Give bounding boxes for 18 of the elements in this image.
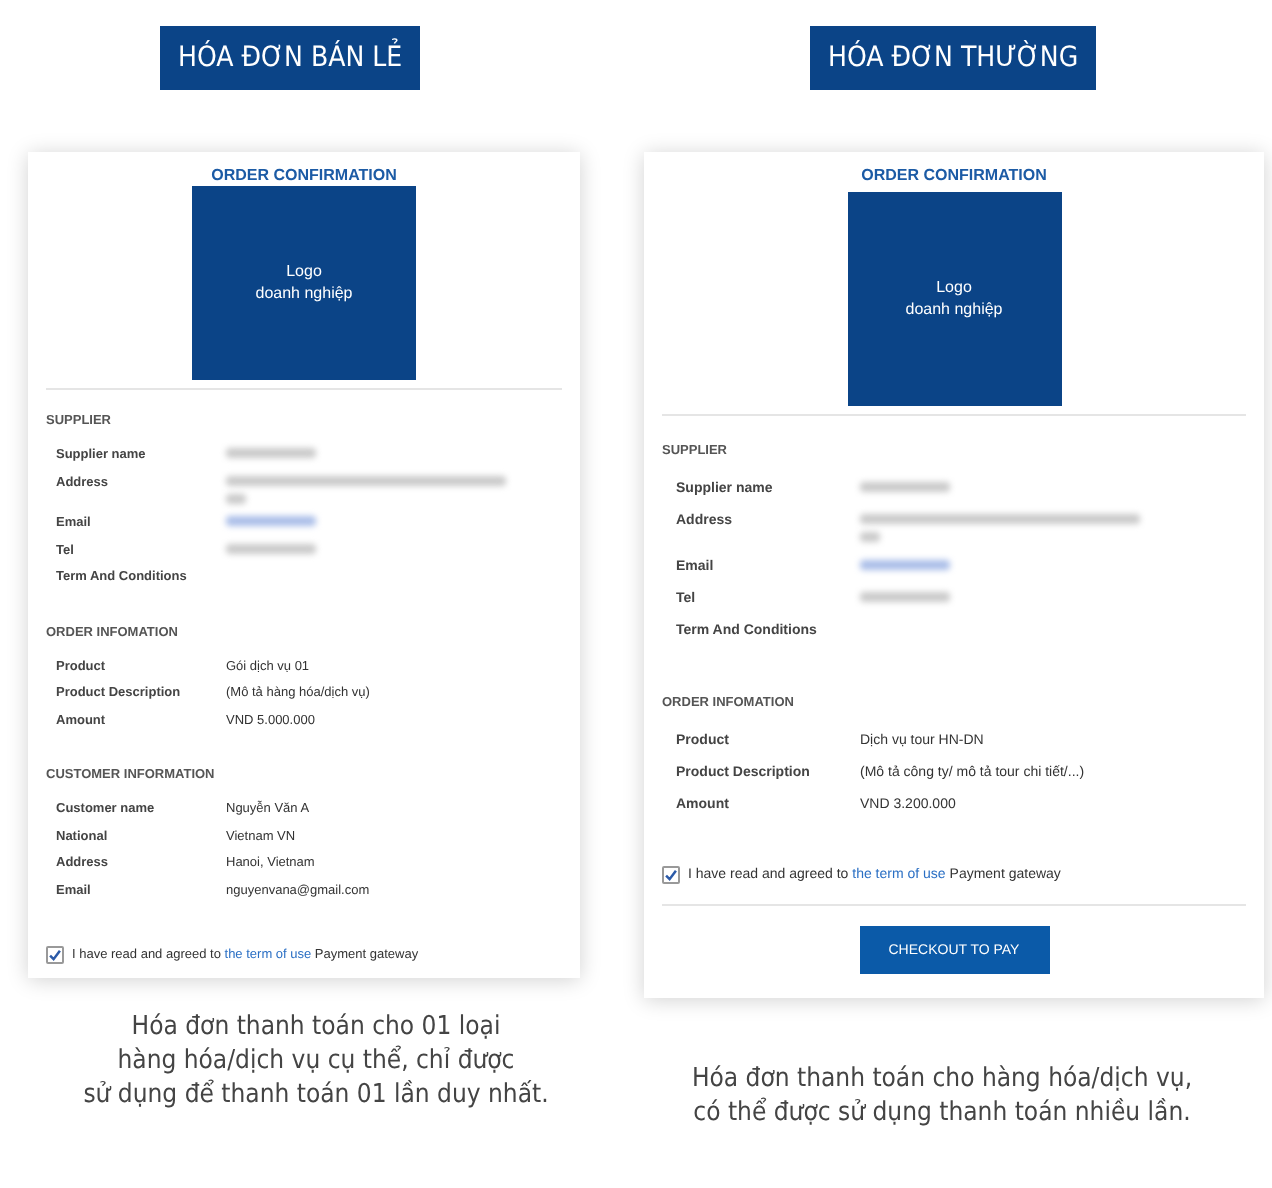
- blurred-value: [860, 592, 950, 602]
- blurred-value: [226, 448, 316, 458]
- invoice-type-heading: HÓA ĐƠN BÁN LẺ: [160, 26, 421, 90]
- caption-text: Hóa đơn thanh toán cho hàng hóa/dịch vụ, có thể được sử dụng thanh toán nhiều lần.: [689, 1064, 1195, 1132]
- blurred-value: [860, 560, 950, 570]
- caption-text: Hóa đơn thanh toán cho 01 loại hàng hóa/dịch vụ cụ thể, chỉ được sử dụng để thanh toán 01 lần duy nhất.: [81, 1012, 551, 1114]
- blurred-value: [226, 543, 316, 553]
- blurred-value: [860, 532, 880, 542]
- agree-checkbox[interactable]: [662, 866, 680, 884]
- card-title: ORDER CONFIRMATION: [209, 166, 399, 184]
- blurred-value: [226, 516, 316, 526]
- card-title: ORDER CONFIRMATION: [859, 166, 1049, 184]
- blurred-value: [226, 493, 246, 503]
- blurred-value: [860, 482, 950, 492]
- agree-checkbox[interactable]: [46, 946, 64, 964]
- logo-text: Logo doanh nghiệp: [255, 262, 353, 304]
- invoice-type-heading: HÓA ĐƠN THƯỜNG: [810, 26, 1097, 90]
- logo-text: Logo doanh nghiệp: [905, 278, 1003, 320]
